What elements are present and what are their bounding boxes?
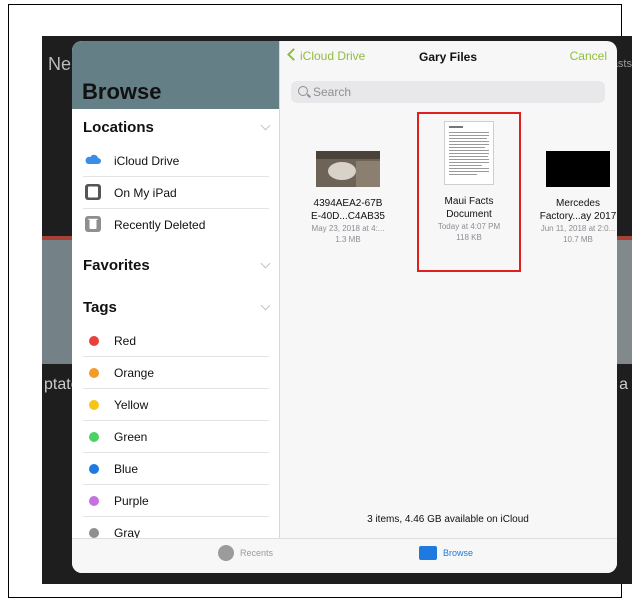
storage-info: 3 items, 4.46 GB available on iCloud bbox=[367, 514, 529, 525]
sidebar-item-label: Purple bbox=[114, 494, 149, 508]
tags-header-label: Tags bbox=[83, 299, 117, 316]
file-size: 1.3 MB bbox=[335, 235, 361, 244]
locations-header-label: Locations bbox=[83, 119, 154, 136]
background-label-right: a bbox=[619, 376, 628, 393]
tags-section-header[interactable]: Tags bbox=[72, 293, 279, 323]
sidebar-tag-orange[interactable]: Orange bbox=[72, 357, 279, 389]
sidebar-item-icloud-drive[interactable]: iCloud Drive bbox=[72, 145, 279, 177]
favorites-section-header[interactable]: Favorites bbox=[72, 251, 279, 281]
cloud-icon bbox=[85, 154, 101, 164]
sidebar-item-label: Blue bbox=[114, 462, 139, 476]
locations-section-header[interactable]: Locations bbox=[72, 113, 279, 143]
photo-thumbnail bbox=[316, 151, 380, 187]
chevron-down-icon bbox=[260, 120, 271, 131]
search-input[interactable]: Search bbox=[291, 81, 605, 103]
cancel-button[interactable]: Cancel bbox=[570, 49, 607, 63]
chevron-down-icon bbox=[260, 300, 271, 311]
sidebar-item-label: Green bbox=[114, 430, 148, 444]
file-name: 4394AEA2-67B E-40D...C4AB35 bbox=[311, 198, 385, 222]
search-icon bbox=[298, 86, 308, 96]
sidebar-item-label: Orange bbox=[114, 366, 155, 380]
sidebar-item-recently-deleted[interactable]: Recently Deleted bbox=[72, 209, 279, 241]
favorites-header-label: Favorites bbox=[83, 257, 150, 274]
navigation-bar: iCloud Drive Gary Files Cancel bbox=[279, 41, 617, 73]
background-map-left bbox=[42, 236, 72, 364]
sidebar-tag-yellow[interactable]: Yellow bbox=[72, 389, 279, 421]
purple-tag-dot-icon bbox=[89, 496, 99, 506]
sidebar-item-label: On My iPad bbox=[114, 186, 177, 200]
file-item-mercedes-factory[interactable]: Mercedes Factory...ay 2017 Jun 11, 2018 a… bbox=[532, 151, 617, 245]
file-date: May 23, 2018 at 4:... bbox=[311, 224, 385, 233]
ipad-screen: Ne ptate asts a Browse Locations iCloud … bbox=[42, 36, 632, 584]
files-picker-modal: Browse Locations iCloud Drive On My iPad bbox=[72, 41, 617, 573]
gray-tag-dot-icon bbox=[89, 528, 99, 538]
screenshot-frame: Ne ptate asts a Browse Locations iCloud … bbox=[8, 4, 632, 598]
folder-icon bbox=[419, 546, 437, 560]
sidebar-tag-green[interactable]: Green bbox=[72, 421, 279, 453]
ipad-icon bbox=[85, 184, 101, 200]
tab-recents[interactable]: Recents bbox=[218, 545, 274, 561]
video-thumbnail bbox=[546, 151, 610, 187]
page-title: Gary Files bbox=[418, 50, 478, 64]
file-date: Jun 11, 2018 at 2:0... bbox=[540, 224, 616, 233]
background-title-left: Ne bbox=[48, 54, 72, 74]
sidebar-tag-blue[interactable]: Blue bbox=[72, 453, 279, 485]
tab-browse-label: Browse bbox=[443, 548, 474, 558]
blue-tag-dot-icon bbox=[89, 464, 99, 474]
yellow-tag-dot-icon bbox=[89, 400, 99, 410]
sidebar-item-label: Yellow bbox=[114, 398, 149, 412]
sidebar-item-on-my-ipad[interactable]: On My iPad bbox=[72, 177, 279, 209]
sidebar-item-label: Red bbox=[114, 334, 137, 348]
file-name: Mercedes Factory...ay 2017 bbox=[539, 198, 617, 222]
file-item-4394aea2[interactable]: 4394AEA2-67B E-40D...C4AB35 May 23, 2018 … bbox=[302, 151, 394, 245]
sidebar-tag-red[interactable]: Red bbox=[72, 325, 279, 357]
sidebar-tag-purple[interactable]: Purple bbox=[72, 485, 279, 517]
sidebar-title: Browse bbox=[82, 79, 162, 104]
sidebar-item-label: iCloud Drive bbox=[114, 154, 180, 168]
trash-icon bbox=[85, 216, 101, 232]
tab-bar: Recents Browse bbox=[72, 538, 617, 573]
selection-highlight-box bbox=[417, 112, 521, 272]
red-tag-dot-icon bbox=[89, 336, 99, 346]
sidebar: Browse Locations iCloud Drive On My iPad bbox=[72, 41, 280, 540]
sidebar-header: Browse bbox=[72, 41, 279, 109]
search-placeholder: Search bbox=[313, 85, 352, 99]
chevron-down-icon bbox=[260, 258, 271, 269]
tab-browse[interactable]: Browse bbox=[419, 546, 474, 560]
orange-tag-dot-icon bbox=[89, 368, 99, 378]
file-size: 10.7 MB bbox=[563, 235, 593, 244]
green-tag-dot-icon bbox=[89, 432, 99, 442]
sidebar-item-label: Recently Deleted bbox=[114, 218, 206, 232]
clock-icon bbox=[218, 545, 234, 561]
tab-recents-label: Recents bbox=[240, 548, 274, 558]
